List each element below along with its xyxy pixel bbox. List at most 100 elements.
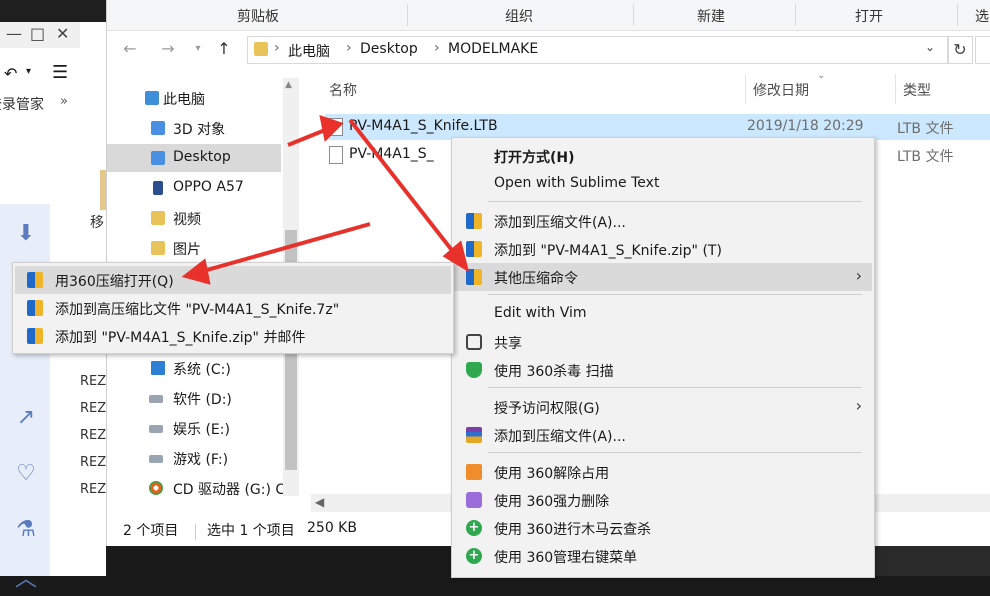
chevron-right-icon: ›	[855, 396, 862, 415]
chevron-up-icon[interactable]: ︿	[10, 564, 42, 596]
undo-icon[interactable]: ↶	[4, 64, 17, 83]
ribbon-group-organize[interactable]: 组织	[505, 6, 533, 26]
breadcrumb-desktop[interactable]: Desktop	[360, 41, 418, 57]
nav-item-pictures[interactable]: 图片	[107, 234, 281, 262]
menu-item-open-with-sublime[interactable]: Open with Sublime Text	[454, 170, 872, 198]
menu-item-other-compress-commands[interactable]: 其他压缩命令 ›	[454, 263, 872, 291]
column-separator[interactable]	[745, 74, 746, 104]
nav-item-this-pc[interactable]: 此电脑	[107, 84, 281, 112]
desktop-icon	[151, 151, 165, 165]
context-menu: 打开方式(H) Open with Sublime Text 添加到压缩文件(A…	[451, 137, 875, 578]
menu-separator	[488, 452, 862, 453]
file-type: LTB 文件	[897, 121, 954, 137]
column-header-date[interactable]: 修改日期	[753, 80, 809, 100]
status-separator	[195, 524, 196, 540]
breadcrumb-separator-icon[interactable]: ›	[346, 40, 352, 56]
file-icon	[329, 118, 343, 136]
share-out-icon[interactable]: ↗	[10, 402, 42, 434]
up-arrow-icon[interactable]: ↑	[213, 38, 235, 60]
submenu-item-open-with-360zip[interactable]: 用360压缩打开(Q)	[15, 266, 451, 294]
360-antivirus-icon	[466, 362, 482, 378]
background-app-label: 移	[90, 215, 104, 231]
ribbon: 剪贴板 组织 新建 打开 选	[107, 0, 990, 31]
share-icon	[466, 334, 482, 350]
menu-item-open-with[interactable]: 打开方式(H)	[454, 142, 872, 170]
ribbon-separator	[957, 4, 958, 26]
navigation-bar: ← → ▾ ↑ › 此电脑 › Desktop › MODELMAKE	[107, 34, 990, 66]
nav-item-oppo-a57[interactable]: OPPO A57	[107, 174, 281, 202]
video-folder-icon	[151, 211, 165, 225]
menu-item-360-menu-manager[interactable]: + 使用 360管理右键菜单	[454, 542, 872, 570]
address-bar[interactable]: › 此电脑 › Desktop › MODELMAKE	[247, 36, 949, 64]
folder-icon	[254, 42, 268, 56]
360zip-icon	[27, 328, 43, 344]
nav-item-drive-e[interactable]: 娱乐 (E:)	[107, 414, 281, 442]
ribbon-group-new[interactable]: 新建	[697, 6, 725, 26]
compress-submenu: 用360压缩打开(Q) 添加到高压缩比文件 "PV-M4A1_S_Knife.7…	[12, 262, 454, 354]
close-icon[interactable]: ✕	[56, 24, 69, 43]
breadcrumb-separator-icon[interactable]: ›	[434, 40, 440, 56]
nav-item-3d-objects[interactable]: 3D 对象	[107, 114, 281, 142]
ribbon-group-clipboard[interactable]: 剪贴板	[237, 6, 279, 26]
winrar-icon	[466, 427, 482, 443]
refresh-button[interactable]: ↻	[947, 36, 973, 64]
maximize-icon[interactable]: □	[30, 24, 45, 43]
menu-item-360-unlock[interactable]: 使用 360解除占用	[454, 458, 872, 486]
nav-item-desktop[interactable]: Desktop	[107, 144, 281, 172]
submenu-item-add-to-7z[interactable]: 添加到高压缩比文件 "PV-M4A1_S_Knife.7z"	[15, 294, 451, 322]
menu-item-360-antivirus-scan[interactable]: 使用 360杀毒 扫描	[454, 356, 872, 384]
360-force-delete-icon	[466, 492, 482, 508]
nav-item-drive-f[interactable]: 游戏 (F:)	[107, 444, 281, 472]
sort-chevron-icon[interactable]: ⌄	[817, 70, 825, 81]
menu-item-add-to-zip[interactable]: 添加到 "PV-M4A1_S_Knife.zip" (T)	[454, 235, 872, 263]
chevron-right-icon[interactable]: »	[60, 94, 68, 109]
breadcrumb-this-pc[interactable]: 此电脑	[288, 41, 330, 61]
breadcrumb-modelmake[interactable]: MODELMAKE	[448, 41, 538, 57]
menu-item-grant-access[interactable]: 授予访问权限(G) ›	[454, 393, 872, 421]
address-dropdown-icon[interactable]: ⌄	[925, 40, 935, 54]
nav-item-drive-d[interactable]: 软件 (D:)	[107, 384, 281, 412]
background-list-item: REZ	[80, 482, 107, 497]
menu-item-share[interactable]: 共享	[454, 328, 872, 356]
ribbon-group-select[interactable]: 选	[975, 6, 989, 26]
scroll-left-icon[interactable]: ◀	[315, 495, 324, 509]
360zip-icon	[27, 300, 43, 316]
heart-icon[interactable]: ♡	[10, 458, 42, 490]
360zip-icon	[466, 241, 482, 257]
submenu-item-add-to-zip-and-email[interactable]: 添加到 "PV-M4A1_S_Knife.zip" 并邮件	[15, 322, 451, 350]
background-app-subtitle: 登录管家 »	[0, 94, 68, 113]
menu-item-360-cloud-scan[interactable]: + 使用 360进行木马云查杀	[454, 514, 872, 542]
menu-item-edit-with-vim[interactable]: Edit with Vim	[454, 300, 872, 328]
360zip-icon	[27, 272, 43, 288]
column-separator[interactable]	[895, 74, 896, 104]
menu-icon[interactable]: ☰	[52, 62, 68, 83]
download-icon[interactable]: ⬇	[10, 218, 42, 250]
menu-item-winrar-add-to-archive[interactable]: 添加到压缩文件(A)...	[454, 421, 872, 449]
chevron-down-icon[interactable]: ▾	[26, 66, 31, 77]
column-header-name[interactable]: 名称	[329, 80, 357, 100]
column-header-type[interactable]: 类型	[903, 80, 931, 100]
status-item-count: 2 个项目	[123, 523, 179, 539]
minimize-icon[interactable]: —	[6, 24, 22, 43]
ribbon-group-open[interactable]: 打开	[855, 6, 883, 26]
360-cloud-scan-icon: +	[466, 520, 482, 536]
menu-separator	[488, 201, 862, 202]
background-app-toolbar: ↶ ▾ ☰	[0, 62, 80, 88]
recent-dropdown-icon[interactable]: ▾	[187, 38, 209, 60]
flask-icon[interactable]: ⚗	[10, 514, 42, 546]
refresh-icon: ↻	[953, 40, 967, 59]
360zip-icon	[466, 269, 482, 285]
back-arrow-icon[interactable]: ←	[119, 38, 141, 60]
menu-item-add-to-archive[interactable]: 添加到压缩文件(A)...	[454, 207, 872, 235]
forward-arrow-icon[interactable]: →	[157, 38, 179, 60]
nav-item-drive-c[interactable]: 系统 (C:)	[107, 354, 281, 382]
scroll-up-icon[interactable]: ▲	[285, 80, 292, 90]
nav-item-videos[interactable]: 视频	[107, 204, 281, 232]
breadcrumb-separator-icon[interactable]: ›	[274, 40, 280, 56]
search-input[interactable]	[975, 36, 990, 64]
menu-item-360-force-delete[interactable]: 使用 360强力删除	[454, 486, 872, 514]
360-unlock-icon	[466, 464, 482, 480]
phone-icon	[153, 181, 163, 195]
ribbon-separator	[407, 4, 408, 26]
nav-item-cd-drive-g[interactable]: CD 驱动器 (G:) C	[107, 474, 285, 502]
